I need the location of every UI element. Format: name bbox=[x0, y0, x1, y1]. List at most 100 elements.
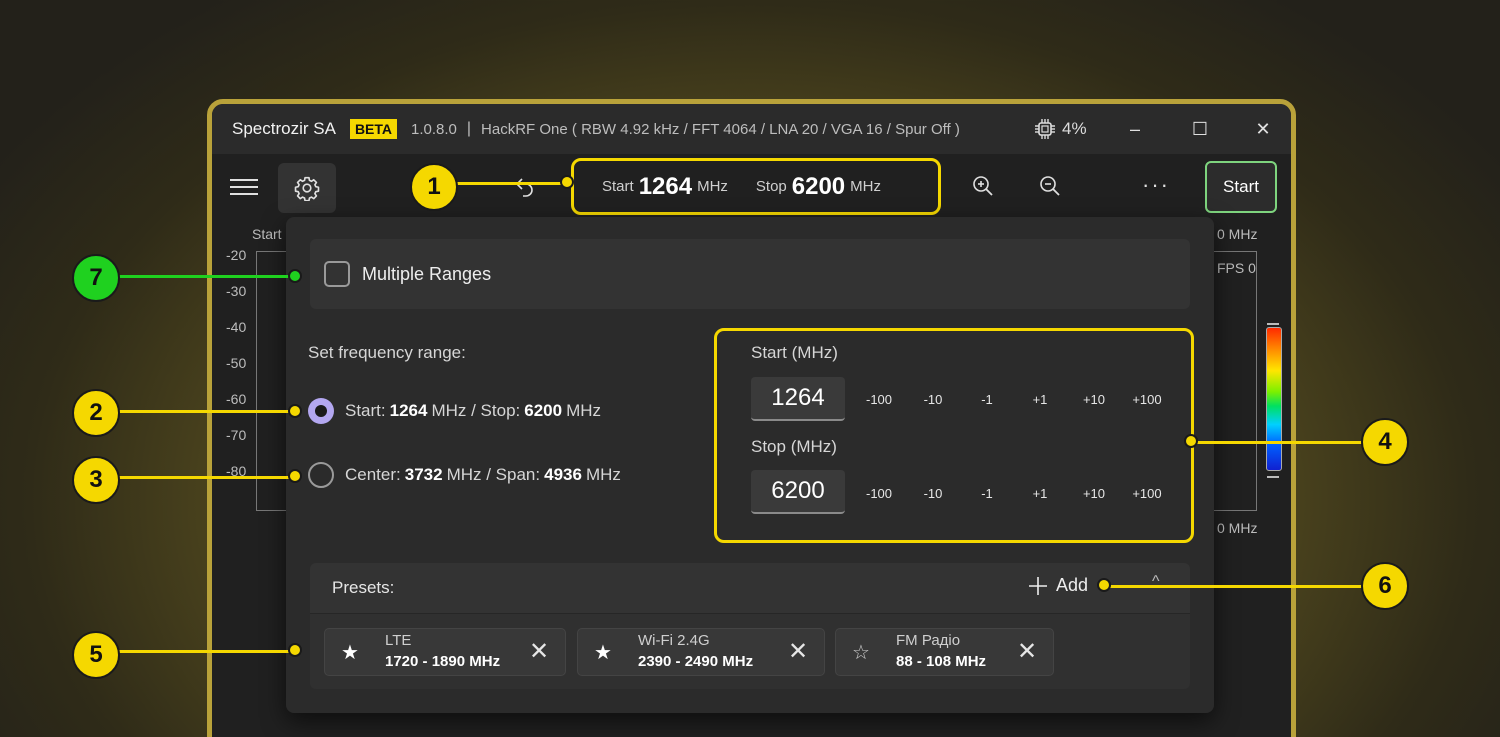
title-bar: Spectrozir SA BETA 1.0.8.0 | HackRF One … bbox=[212, 104, 1291, 154]
preset-name: LTE bbox=[385, 632, 412, 649]
callout-dot-7 bbox=[288, 269, 302, 283]
more-options-icon[interactable]: ··· bbox=[1142, 172, 1170, 198]
plot-stop-label: 0 MHz bbox=[1217, 226, 1258, 242]
close-button[interactable]: ✕ bbox=[1250, 116, 1276, 142]
star-filled-icon[interactable]: ★ bbox=[594, 640, 612, 665]
version-label: 1.0.8.0 bbox=[411, 120, 457, 138]
preset-chip-fm[interactable]: ☆ FM Радіо 88 - 108 MHz ✕ bbox=[835, 628, 1054, 676]
stop-label: Stop bbox=[755, 178, 787, 195]
zoom-in-icon[interactable] bbox=[971, 174, 995, 203]
multiple-ranges-row[interactable]: Multiple Ranges bbox=[310, 239, 1190, 309]
presets-list: ★ LTE 1720 - 1890 MHz ✕ ★ Wi-Fi 2.4G 239… bbox=[310, 613, 1190, 689]
preset-range: 1720 - 1890 MHz bbox=[385, 653, 501, 670]
title-separator: | bbox=[466, 120, 472, 137]
colorbar-top-tick bbox=[1267, 323, 1279, 325]
remove-preset-icon[interactable]: ✕ bbox=[1017, 637, 1037, 666]
callout-dot-6 bbox=[1097, 578, 1111, 592]
preset-name: FM Радіо bbox=[896, 632, 961, 649]
callout-3: 3 bbox=[72, 456, 120, 504]
app-title: Spectrozir SA bbox=[232, 119, 336, 138]
spectrum-plot-frame-right bbox=[1212, 251, 1257, 511]
callout-line-6 bbox=[1105, 585, 1373, 588]
start-step-plus-10[interactable]: +10 bbox=[1069, 392, 1119, 407]
preset-chip-wifi[interactable]: ★ Wi-Fi 2.4G 2390 - 2490 MHz ✕ bbox=[577, 628, 825, 676]
callout-1: 1 bbox=[410, 163, 458, 211]
center-span-option[interactable]: Center: 3732 MHz / Span: 4936 MHz bbox=[308, 462, 621, 488]
zoom-out-icon[interactable] bbox=[1038, 174, 1062, 203]
start-step-plus-1[interactable]: +1 bbox=[1015, 392, 1065, 407]
start-unit: MHz bbox=[697, 178, 728, 195]
start-button[interactable]: Start bbox=[1205, 161, 1277, 213]
colorbar-bottom-tick bbox=[1267, 476, 1279, 478]
start-value: 1264 bbox=[638, 172, 693, 200]
y-tick-label: -60 bbox=[226, 391, 247, 407]
stop-unit: MHz bbox=[850, 178, 881, 195]
callout-line-4 bbox=[1192, 441, 1372, 444]
waterfall-colorbar[interactable] bbox=[1266, 327, 1282, 471]
stop-step-plus-10[interactable]: +10 bbox=[1069, 486, 1119, 501]
plot-bottom-freq-label: 0 MHz bbox=[1217, 520, 1258, 536]
cpu-icon bbox=[1035, 119, 1055, 139]
multiple-ranges-checkbox[interactable] bbox=[324, 261, 350, 287]
chevron-up-icon[interactable]: ^ bbox=[1152, 573, 1160, 591]
gear-icon bbox=[294, 176, 320, 201]
preset-name: Wi-Fi 2.4G bbox=[638, 632, 710, 649]
start-stop-option[interactable]: Start: 1264 MHz / Stop: 6200 MHz bbox=[308, 398, 601, 424]
range-editor: Start (MHz) 1264 -100 -10 -1 +1 +10 +100… bbox=[714, 328, 1194, 543]
add-label: Add bbox=[1056, 575, 1089, 595]
stop-step-minus-1[interactable]: -1 bbox=[962, 486, 1012, 501]
toolbar: Start 1264 MHz Stop 6200 MHz ··· Start bbox=[212, 154, 1291, 222]
callout-4: 4 bbox=[1361, 418, 1409, 466]
cpu-percent: 4% bbox=[1062, 119, 1087, 138]
stop-input[interactable]: 6200 bbox=[751, 470, 845, 514]
start-step-minus-100[interactable]: -100 bbox=[854, 392, 904, 407]
star-outline-icon[interactable]: ☆ bbox=[852, 640, 870, 665]
frequency-range-display[interactable]: Start 1264 MHz Stop 6200 MHz bbox=[571, 158, 941, 215]
start-label: Start bbox=[602, 178, 634, 195]
callout-dot-1 bbox=[560, 175, 574, 189]
remove-preset-icon[interactable]: ✕ bbox=[529, 637, 549, 666]
callout-2: 2 bbox=[72, 389, 120, 437]
star-filled-icon[interactable]: ★ bbox=[341, 640, 359, 665]
center-span-radio[interactable] bbox=[308, 462, 334, 488]
add-preset-button[interactable]: Add bbox=[1028, 575, 1088, 596]
callout-7: 7 bbox=[72, 254, 120, 302]
start-step-minus-1[interactable]: -1 bbox=[962, 392, 1012, 407]
stop-step-plus-100[interactable]: +100 bbox=[1122, 486, 1172, 501]
stop-step-plus-1[interactable]: +1 bbox=[1015, 486, 1065, 501]
minimize-button[interactable]: – bbox=[1122, 116, 1148, 142]
maximize-button[interactable]: ☐ bbox=[1187, 116, 1213, 142]
menu-icon[interactable] bbox=[230, 174, 258, 198]
stop-field-label: Stop (MHz) bbox=[751, 437, 837, 456]
stop-step-minus-10[interactable]: -10 bbox=[908, 486, 958, 501]
y-tick-label: -40 bbox=[226, 319, 247, 335]
callout-dot-5 bbox=[288, 643, 302, 657]
callout-dot-3 bbox=[288, 469, 302, 483]
start-input[interactable]: 1264 bbox=[751, 377, 845, 421]
callout-dot-4 bbox=[1184, 434, 1198, 448]
presets-label: Presets: bbox=[332, 578, 395, 597]
multiple-ranges-label: Multiple Ranges bbox=[362, 263, 492, 284]
undo-icon[interactable] bbox=[513, 174, 537, 203]
set-frequency-range-label: Set frequency range: bbox=[308, 343, 466, 362]
preset-range: 2390 - 2490 MHz bbox=[638, 653, 754, 670]
callout-dot-2 bbox=[288, 404, 302, 418]
start-step-plus-100[interactable]: +100 bbox=[1122, 392, 1172, 407]
callout-6: 6 bbox=[1361, 562, 1409, 610]
y-tick-label: -20 bbox=[226, 247, 247, 263]
settings-button[interactable] bbox=[278, 163, 336, 213]
stop-value: 6200 bbox=[791, 172, 846, 200]
preset-range: 88 - 108 MHz bbox=[896, 653, 987, 670]
plot-start-label: Start bbox=[252, 226, 282, 242]
start-step-minus-10[interactable]: -10 bbox=[908, 392, 958, 407]
y-tick-label: -50 bbox=[226, 355, 247, 371]
callout-line-5 bbox=[118, 650, 298, 653]
callout-line-7 bbox=[118, 275, 298, 278]
callout-line-2 bbox=[118, 410, 298, 413]
callout-line-3 bbox=[118, 476, 298, 479]
preset-chip-lte[interactable]: ★ LTE 1720 - 1890 MHz ✕ bbox=[324, 628, 566, 676]
remove-preset-icon[interactable]: ✕ bbox=[788, 637, 808, 666]
stop-step-minus-100[interactable]: -100 bbox=[854, 486, 904, 501]
start-stop-radio[interactable] bbox=[308, 398, 334, 424]
start-field-label: Start (MHz) bbox=[751, 343, 838, 362]
